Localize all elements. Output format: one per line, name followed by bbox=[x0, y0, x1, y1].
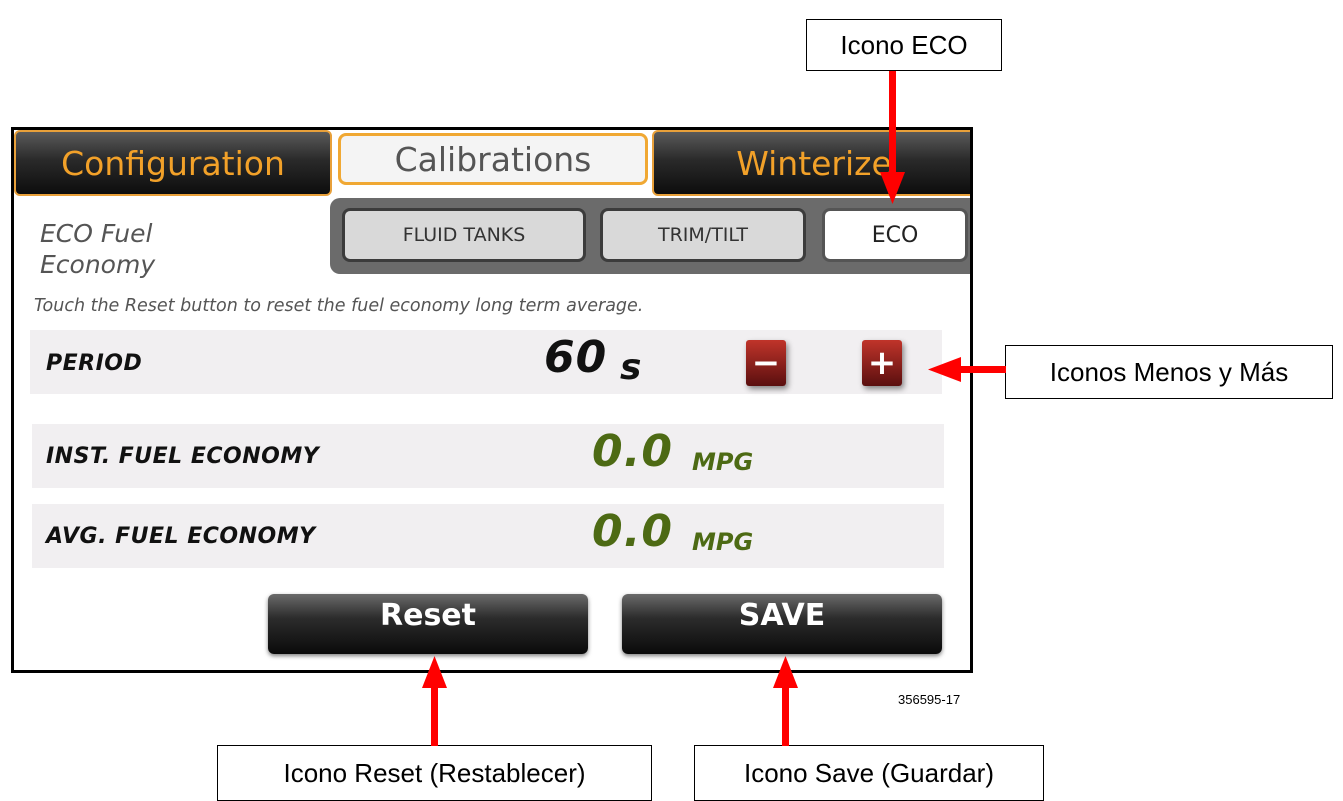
period-value: 60 bbox=[544, 332, 608, 383]
reset-button[interactable]: Reset bbox=[268, 594, 588, 654]
tab-calibrations[interactable]: Calibrations bbox=[338, 133, 648, 185]
period-unit: s bbox=[620, 347, 642, 388]
figure-id: 356595-17 bbox=[898, 692, 961, 707]
tab-calibrations-label: Calibrations bbox=[394, 139, 592, 179]
save-button-label: SAVE bbox=[738, 598, 826, 633]
callout-minus-plus-text: Iconos Menos y Más bbox=[1049, 356, 1289, 387]
reset-arrow-shaft bbox=[431, 686, 438, 746]
reset-button-label: Reset bbox=[380, 598, 476, 633]
plus-icon: + bbox=[867, 343, 897, 383]
period-row bbox=[30, 330, 942, 394]
device-screen: Configuration Calibrations Winterize ECO… bbox=[11, 127, 973, 673]
subtab-eco[interactable]: ECO bbox=[822, 208, 968, 262]
avg-fuel-label: AVG. FUEL ECONOMY bbox=[46, 524, 316, 549]
subtab-fluid-tanks[interactable]: FLUID TANKS bbox=[342, 208, 586, 262]
inst-fuel-value: 0.0 bbox=[592, 426, 673, 477]
tab-winterize[interactable]: Winterize bbox=[652, 130, 970, 196]
avg-fuel-value: 0.0 bbox=[592, 506, 673, 557]
callout-save: Icono Save (Guardar) bbox=[694, 745, 1044, 801]
subtab-fluid-tanks-label: FLUID TANKS bbox=[402, 224, 526, 246]
minus-icon: − bbox=[751, 343, 781, 383]
section-title: ECO Fuel Economy bbox=[40, 219, 156, 279]
inst-fuel-label: INST. FUEL ECONOMY bbox=[46, 444, 320, 469]
callout-eco: Icono ECO bbox=[806, 19, 1002, 71]
callout-reset-text: Icono Reset (Restablecer) bbox=[283, 757, 586, 788]
callout-eco-text: Icono ECO bbox=[840, 29, 968, 60]
plus-button[interactable]: + bbox=[862, 340, 902, 386]
hint-text: Touch the Reset button to reset the fuel… bbox=[34, 296, 644, 316]
tab-configuration-label: Configuration bbox=[61, 143, 285, 183]
callout-save-text: Icono Save (Guardar) bbox=[743, 757, 994, 788]
subtab-trim-tilt[interactable]: TRIM/TILT bbox=[600, 208, 806, 262]
callout-minus-plus: Iconos Menos y Más bbox=[1005, 345, 1333, 399]
callout-reset: Icono Reset (Restablecer) bbox=[217, 745, 652, 801]
save-button[interactable]: SAVE bbox=[622, 594, 942, 654]
inst-fuel-unit: MPG bbox=[692, 448, 754, 476]
subtab-eco-label: ECO bbox=[871, 222, 919, 248]
minus-button[interactable]: − bbox=[746, 340, 786, 386]
avg-fuel-unit: MPG bbox=[692, 528, 754, 556]
save-arrow-shaft bbox=[782, 686, 789, 746]
subtab-trim-tilt-label: TRIM/TILT bbox=[658, 224, 748, 246]
tab-winterize-label: Winterize bbox=[736, 143, 892, 183]
tab-configuration[interactable]: Configuration bbox=[14, 130, 332, 196]
period-label: PERIOD bbox=[46, 351, 143, 376]
